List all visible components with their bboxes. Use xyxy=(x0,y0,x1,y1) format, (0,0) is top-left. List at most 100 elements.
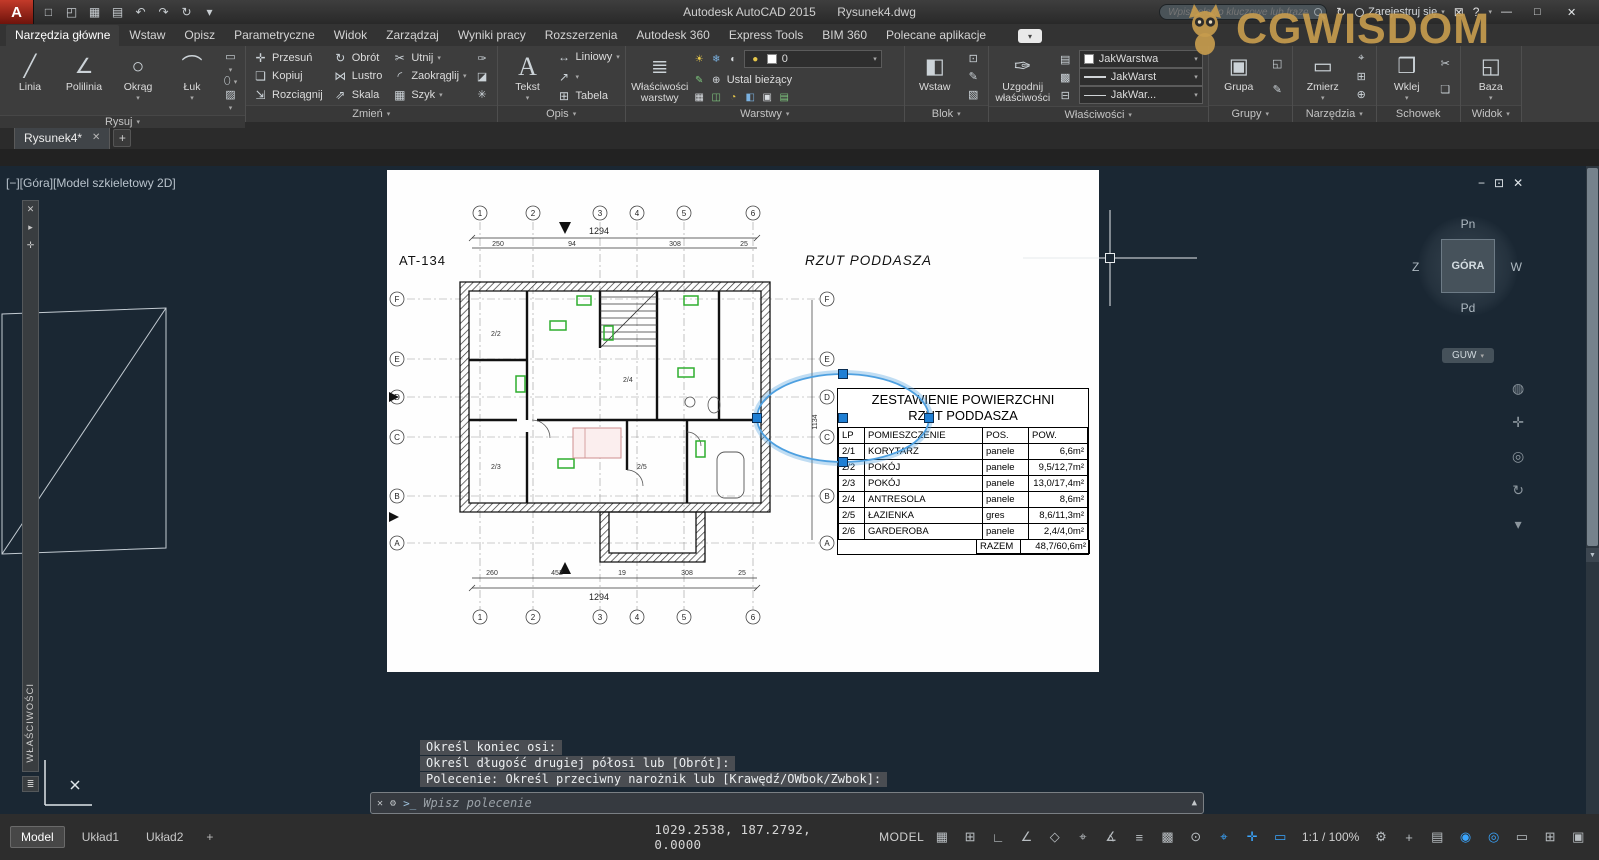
new-file-icon[interactable]: □ xyxy=(38,2,59,22)
rotate-button[interactable]: ↻Obrót xyxy=(331,51,385,65)
panel-title-draw[interactable]: Rysuj▾ xyxy=(0,115,245,128)
scrollbar-thumb[interactable] xyxy=(1587,168,1598,546)
ribbon-tab-addins[interactable]: Rozszerzenia xyxy=(536,25,627,46)
hatch-tool-icon[interactable]: ▨ ▾ xyxy=(223,88,238,113)
palette-close-icon[interactable]: ✕ xyxy=(27,204,35,214)
base-view-button[interactable]: ◱ Baza ▾ xyxy=(1466,49,1516,104)
vertical-scrollbar[interactable]: ▼ xyxy=(1586,166,1599,814)
fillet-button[interactable]: ◜Zaokrąglij▾ xyxy=(390,69,468,83)
object-color-combo[interactable]: JakWarstwa ▾ xyxy=(1079,50,1203,68)
zoom-icon[interactable]: ◎ xyxy=(1512,448,1524,465)
rectangle-tool-icon[interactable]: ▭ ▾ xyxy=(223,50,238,75)
dynamic-input-icon[interactable]: ⌖ xyxy=(1213,827,1234,847)
status-menu-icon[interactable]: ▣ xyxy=(1568,827,1589,847)
isodraft-toggle-icon[interactable]: ◇ xyxy=(1044,827,1065,847)
command-close-icon[interactable]: ✕ xyxy=(377,798,383,809)
command-input[interactable]: Wpisz polecenie xyxy=(423,796,531,810)
erase-icon[interactable]: ◪ xyxy=(475,70,490,83)
brush-icon[interactable]: ✑ xyxy=(475,52,490,65)
snap-toggle-icon[interactable]: ⊞ xyxy=(959,827,980,847)
viewport-restore-icon[interactable]: ⊡ xyxy=(1494,176,1504,190)
create-block-icon[interactable]: ⊡ xyxy=(966,52,981,65)
text-button[interactable]: A Tekst ▾ xyxy=(503,49,553,104)
line-button[interactable]: ╱ Linia xyxy=(5,49,55,114)
insert-block-button[interactable]: ◧ Wstaw xyxy=(910,49,960,104)
customization-icon[interactable]: ⊞ xyxy=(1540,827,1561,847)
paste-button[interactable]: ❒ Wklej ▾ xyxy=(1382,49,1432,104)
measure-button[interactable]: ▭ Zmierz ▾ xyxy=(1298,49,1348,104)
copy-clip-icon[interactable]: ❏ xyxy=(1438,83,1453,96)
viewcube-west-label[interactable]: Z xyxy=(1412,260,1419,274)
make-current-button[interactable]: ✎ ⊕ Ustal bieżący xyxy=(693,74,899,86)
palette-settings-icon[interactable]: ✛ xyxy=(27,240,35,250)
annotation-scale-label[interactable]: 1:1 / 100% xyxy=(1302,830,1359,844)
document-tab-active[interactable]: Rysunek4* ✕ xyxy=(14,125,110,149)
command-customize-icon[interactable]: ⚙ xyxy=(390,798,396,809)
table-button[interactable]: ⊞Tabela xyxy=(557,89,620,103)
edit-attributes-icon[interactable]: ✎ xyxy=(966,70,981,83)
quick-select-icon[interactable]: ⌖ xyxy=(1354,52,1369,65)
layer-walk-icon[interactable]: ▤ xyxy=(778,92,791,103)
scale-button[interactable]: ⇗Skala xyxy=(331,88,385,102)
showmotion-icon[interactable]: ▾ xyxy=(1515,516,1522,533)
palette-pin-icon[interactable]: ▸ xyxy=(28,222,33,232)
area-table[interactable]: ZESTAWIENIE POWIERZCHNI RZUT PODDASZA LP… xyxy=(837,388,1089,555)
selection-cycling-icon[interactable]: ⊙ xyxy=(1185,827,1206,847)
viewport-minimize-icon[interactable]: − xyxy=(1478,176,1485,190)
linetype-combo[interactable]: JakWar... ▾ xyxy=(1079,86,1203,104)
ribbon-tab-insert[interactable]: Wstaw xyxy=(120,25,174,46)
arc-button[interactable]: ⌒ Łuk ▾ xyxy=(167,49,217,114)
ribbon-tab-bim360[interactable]: BIM 360 xyxy=(813,25,876,46)
close-tab-icon[interactable]: ✕ xyxy=(92,132,100,143)
hardware-acceleration-icon[interactable]: ◎ xyxy=(1483,827,1504,847)
properties-palette-bar[interactable]: ✕ ▸ ✛ WŁAŚCIWOŚCI xyxy=(22,200,39,772)
ribbon-tab-express[interactable]: Express Tools xyxy=(720,25,812,46)
panel-title-view[interactable]: Widok▾ xyxy=(1461,105,1521,122)
layer-off-icon[interactable]: ◔ xyxy=(727,92,740,103)
panel-title-groups[interactable]: Grupy▾ xyxy=(1209,105,1292,122)
viewcube-south-label[interactable]: Pd xyxy=(1418,301,1518,315)
viewcube[interactable]: Pn Pd Z W GÓRA xyxy=(1418,216,1518,316)
viewport-controls-label[interactable]: [−][Góra][Model szkieletowy 2D] xyxy=(6,176,176,190)
ribbon-tab-view[interactable]: Widok xyxy=(325,25,376,46)
ortho-toggle-icon[interactable]: ∟ xyxy=(988,827,1009,847)
array-button[interactable]: ▦Szyk▾ xyxy=(390,88,468,102)
sign-in-button[interactable]: Zarejestruj się ▾ xyxy=(1355,6,1445,18)
stretch-button[interactable]: ⇲Rozciągnij xyxy=(251,88,325,102)
transparency-toggle-icon[interactable]: ▩ xyxy=(1157,827,1178,847)
annotation-monitor-icon[interactable]: ✛ xyxy=(1242,827,1263,847)
save-icon[interactable]: ▦ xyxy=(84,2,105,22)
drawing-canvas[interactable]: [−][Góra][Model szkieletowy 2D] − ⊡ ✕ ✕ … xyxy=(0,166,1599,814)
layer-isolate-icon[interactable]: ▦ xyxy=(693,92,706,103)
layer-lock-icon[interactable]: ◐ xyxy=(727,54,740,65)
layer-on-icon[interactable]: ☀ xyxy=(693,54,706,65)
ellipse-tool-icon[interactable]: ⬯ ▾ xyxy=(223,75,238,88)
sync-icon[interactable]: ↻ xyxy=(1336,5,1346,19)
quick-view-icon[interactable]: ▤ xyxy=(1427,827,1448,847)
annotation-visibility-icon[interactable]: ▭ xyxy=(1270,827,1291,847)
command-line-bar[interactable]: ✕ ⚙ >_ Wpisz polecenie ▲ xyxy=(370,792,1204,814)
pan-icon[interactable]: ✛ xyxy=(1512,414,1524,431)
ribbon-tab-parametric[interactable]: Parametryczne xyxy=(225,25,324,46)
annotation-scale-add-icon[interactable]: + xyxy=(1399,827,1420,847)
ribbon-tab-home[interactable]: Narzędzia główne xyxy=(6,25,119,46)
match-properties-button[interactable]: ✑ Uzgodnij właściwości xyxy=(994,49,1052,105)
panel-title-layers[interactable]: Warstwy▾ xyxy=(626,105,904,122)
group-edit-icon[interactable]: ✎ xyxy=(1270,83,1285,96)
help-icon[interactable]: ? xyxy=(1473,5,1480,19)
ribbon-tab-annotate[interactable]: Opisz xyxy=(175,25,224,46)
ungroup-icon[interactable]: ◱ xyxy=(1270,57,1285,70)
group-button[interactable]: ▣ Grupa xyxy=(1214,49,1264,104)
maximize-button[interactable]: □ xyxy=(1534,6,1558,18)
isolate-objects-icon[interactable]: ◉ xyxy=(1455,827,1476,847)
ucs-selector-button[interactable]: GUW ▾ xyxy=(1442,348,1494,363)
layout-tab-layout2[interactable]: Układ2 xyxy=(136,827,193,847)
list-icon[interactable]: ▤ xyxy=(1058,53,1073,66)
layer-lock2-icon[interactable]: ▣ xyxy=(761,92,774,103)
lineweight-combo[interactable]: JakWarst ▾ xyxy=(1079,68,1203,86)
scrollbar-down-icon[interactable]: ▼ xyxy=(1586,548,1599,562)
dimension-linear-button[interactable]: ↔Liniowy▾ xyxy=(557,50,620,64)
layer-properties-button[interactable]: ≣ Właściwości warstwy xyxy=(631,49,689,104)
move-button[interactable]: ✛Przesuń xyxy=(251,51,325,65)
layout-tab-model[interactable]: Model xyxy=(10,826,65,848)
